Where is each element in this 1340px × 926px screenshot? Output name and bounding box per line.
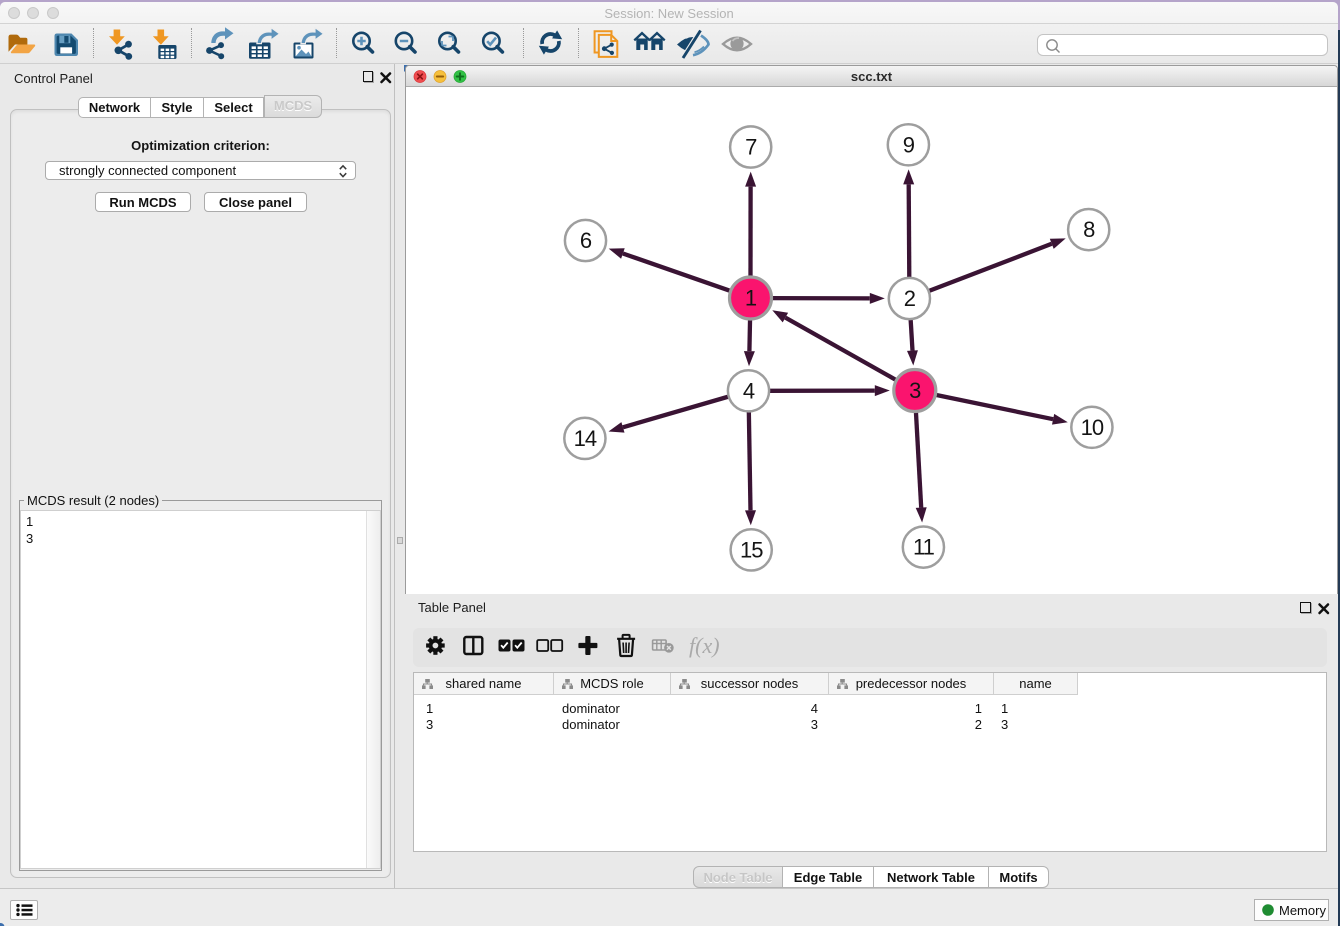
svg-text:11: 11 xyxy=(913,535,935,560)
svg-text:7: 7 xyxy=(745,135,757,160)
svg-text:2: 2 xyxy=(904,286,916,311)
svg-text:9: 9 xyxy=(903,132,915,157)
svg-text:10: 10 xyxy=(1081,415,1104,440)
svg-text:1: 1 xyxy=(745,286,757,311)
svg-text:4: 4 xyxy=(743,378,755,403)
svg-text:3: 3 xyxy=(909,378,921,403)
svg-text:8: 8 xyxy=(1083,217,1095,242)
svg-text:15: 15 xyxy=(740,537,763,562)
svg-text:14: 14 xyxy=(574,426,597,451)
svg-text:6: 6 xyxy=(580,228,592,253)
svg-text:f(x): f(x) xyxy=(689,633,720,658)
